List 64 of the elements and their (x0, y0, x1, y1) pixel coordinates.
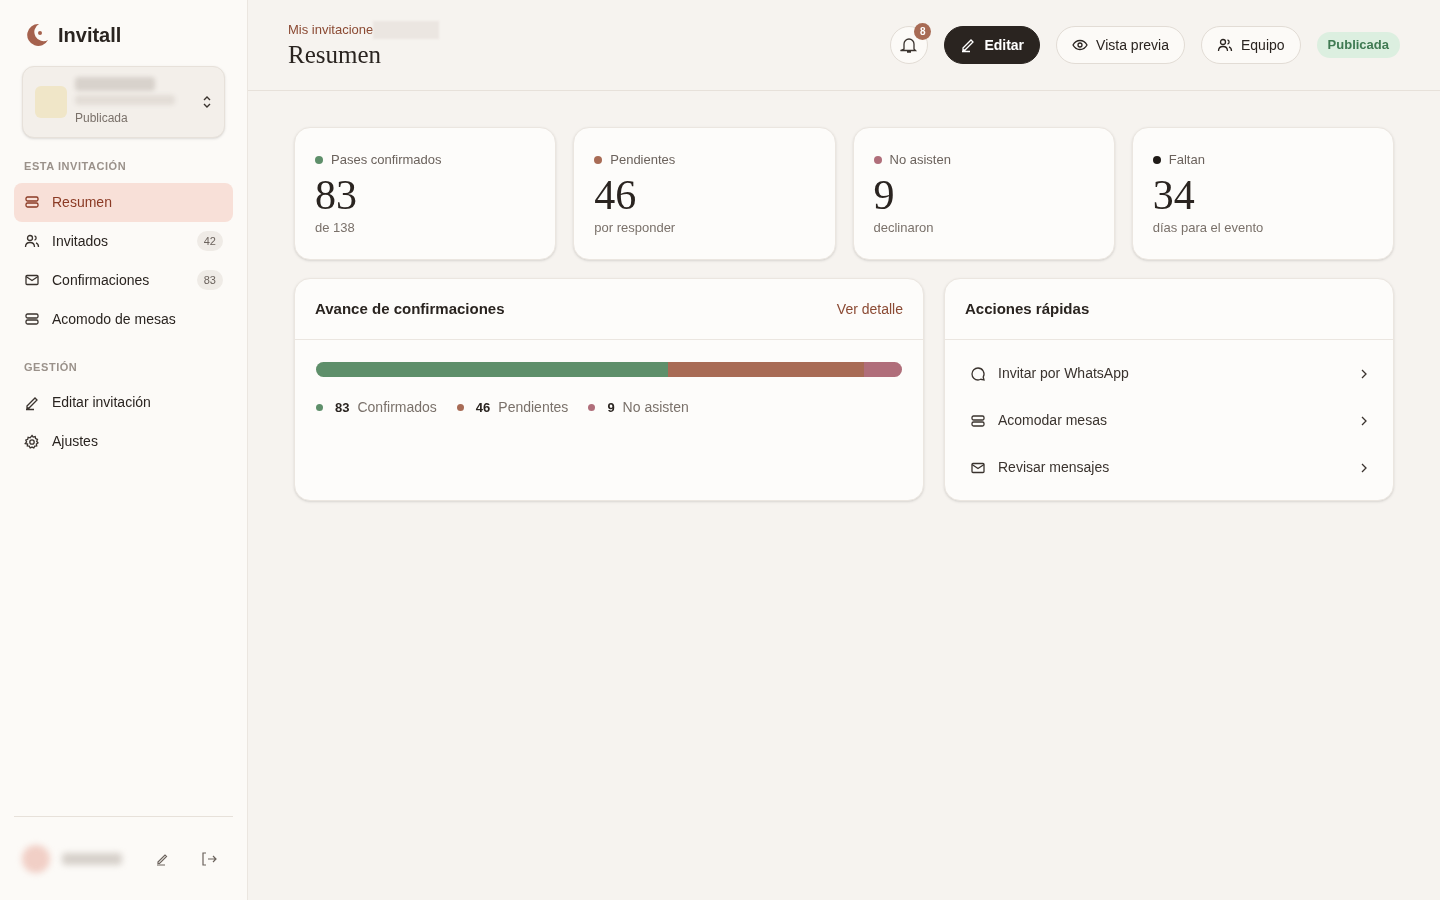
stat-value: 9 (873, 171, 896, 218)
legend-label: Confirmados (357, 398, 437, 417)
stat-label: Faltan (1168, 151, 1205, 169)
section-heading: GESTIÓN (23, 359, 79, 375)
rows-icon (970, 412, 986, 429)
legend-label: No asisten (622, 398, 689, 417)
header-button[interactable]: Vista previa (1056, 26, 1185, 64)
notification-badge: 8 (914, 23, 932, 40)
settings-icon (24, 433, 40, 450)
chevron-right-icon (1360, 367, 1368, 380)
sidebar-item[interactable]: Editar invitación (14, 383, 233, 422)
header-button[interactable]: Equipo (1201, 26, 1301, 64)
notifications-button[interactable]: 8 (890, 26, 929, 64)
count-badge: 83 (196, 269, 223, 291)
chevron-right-icon (1360, 461, 1368, 474)
users-icon (24, 233, 40, 249)
blurred-text (62, 852, 122, 865)
legend-label: Pendientes (498, 398, 569, 417)
stat-label: Pendientes (610, 151, 676, 169)
sidebar-item[interactable]: Resumen (14, 182, 233, 222)
legend-value: 83 (335, 398, 350, 417)
moon-logo-icon (24, 22, 50, 48)
envelope-icon (24, 272, 40, 288)
sidebar-item[interactable]: Acomodo de mesas (14, 299, 233, 339)
breadcrumb-link[interactable]: Mis invitacione (288, 20, 374, 40)
stat-caption: días para el evento (1152, 218, 1265, 237)
eye-icon (1072, 37, 1089, 53)
chevron-up-down-icon (202, 95, 212, 109)
sidebar-item[interactable]: Confirmaciones 83 (14, 260, 233, 300)
stat-caption: de 138 (315, 218, 356, 237)
stat-label: Pases confirmados (331, 151, 442, 169)
stat-value: 46 (594, 171, 638, 218)
users-icon (1217, 37, 1233, 53)
details-link[interactable]: Ver detalle (836, 298, 903, 320)
stat-caption: por responder (594, 218, 677, 237)
brand-name: Invitall (58, 23, 122, 48)
quick-action-item[interactable]: Acomodar mesas (957, 397, 1381, 444)
stat-value: 34 (1152, 171, 1196, 218)
chevron-right-icon (1360, 414, 1368, 427)
chat-bubble-icon (970, 365, 986, 382)
rows-icon (24, 311, 40, 327)
stat-caption: declinaron (873, 218, 935, 237)
quick-action-item[interactable]: Revisar mensajes (957, 444, 1381, 491)
sidebar-item[interactable]: Ajustes (14, 422, 233, 461)
card-title: Acciones rápidas (965, 298, 1090, 319)
rows-icon (24, 194, 40, 210)
quick-action-item[interactable]: Invitar por WhatsApp (957, 350, 1381, 397)
logout-icon[interactable] (201, 851, 217, 866)
section-heading: ESTA INVITACIÓN (23, 159, 128, 174)
stat-value: 83 (315, 171, 358, 218)
header-button[interactable]: Editar (944, 26, 1041, 64)
count-badge: 42 (196, 230, 223, 252)
legend-value: 46 (475, 398, 491, 417)
bell-icon (900, 36, 919, 54)
stat-label: No asisten (889, 151, 951, 169)
invitation-thumbnail (35, 86, 67, 118)
card-title: Avance de confirmaciones (315, 298, 505, 319)
page-title: Resumen (288, 39, 383, 70)
sidebar-item[interactable]: Invitados 42 (14, 221, 233, 261)
invitation-switcher[interactable]: Publicada (22, 66, 225, 138)
status-badge: Publicada (1316, 32, 1400, 58)
invitation-status: Publicada (75, 110, 129, 127)
legend-value: 9 (607, 398, 615, 417)
avatar (22, 844, 50, 873)
